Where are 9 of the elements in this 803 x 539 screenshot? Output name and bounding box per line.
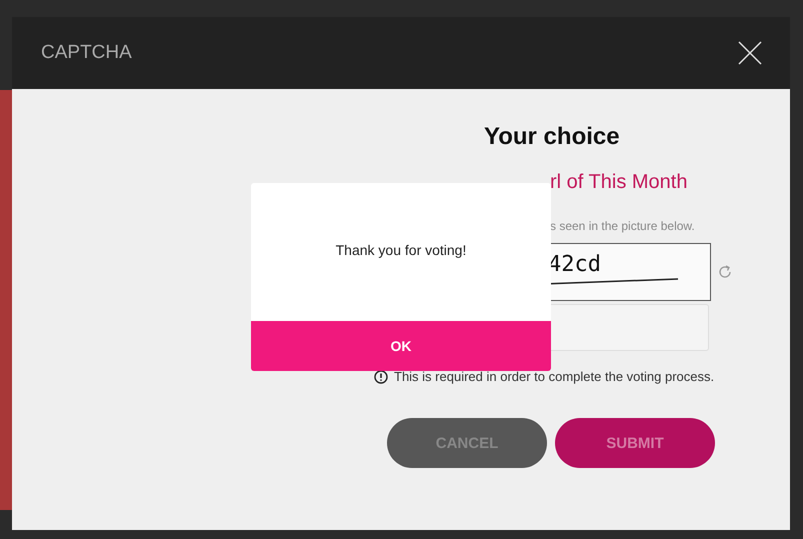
modal-title: CAPTCHA bbox=[41, 42, 132, 64]
warning-icon bbox=[374, 370, 388, 384]
note-text: This is required in order to complete the voting process. bbox=[394, 369, 714, 384]
category-title: rl of This Month bbox=[550, 171, 688, 194]
submit-button[interactable]: SUBMIT bbox=[555, 418, 715, 468]
refresh-icon[interactable] bbox=[717, 264, 733, 280]
form-heading: Your choice bbox=[484, 123, 620, 151]
close-icon[interactable] bbox=[738, 41, 762, 65]
ok-button[interactable]: OK bbox=[251, 321, 551, 371]
